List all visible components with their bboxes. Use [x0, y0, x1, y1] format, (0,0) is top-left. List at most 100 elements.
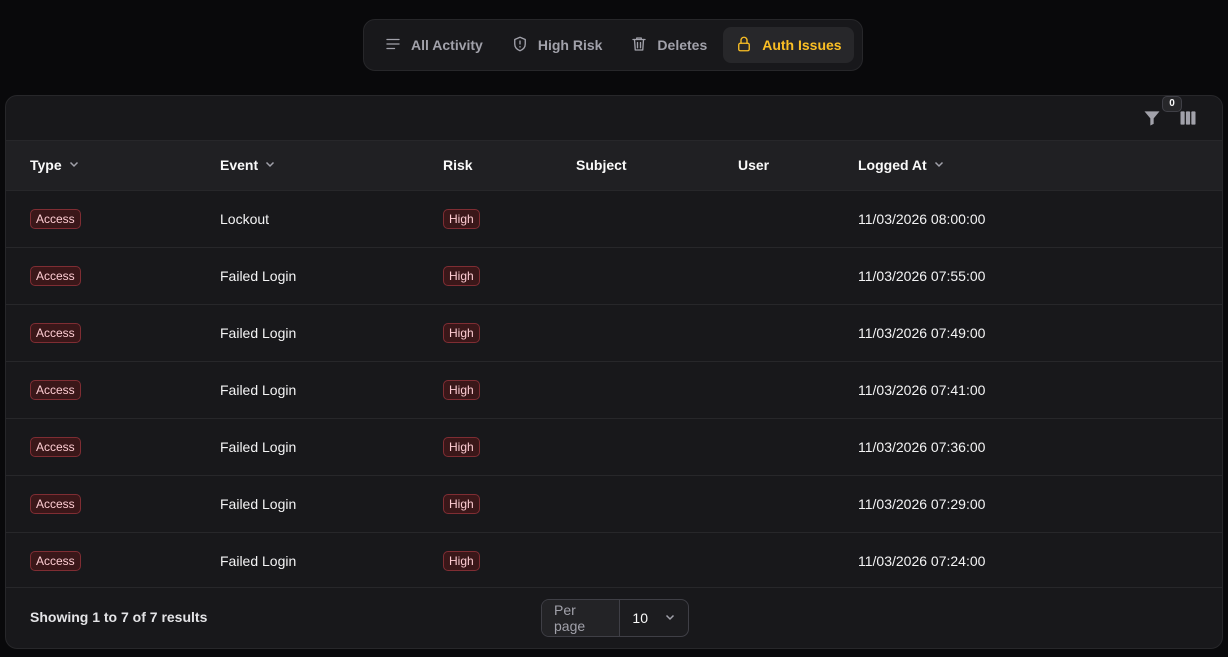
table-header-row: Type Event Risk Subject User Logged At — [6, 141, 1222, 190]
column-header-user: User — [738, 157, 770, 174]
cell-logged-at: 11/03/2026 07:36:00 — [858, 438, 986, 455]
activity-table: Type Event Risk Subject User Logged At A… — [6, 141, 1222, 589]
cell-logged-at: 11/03/2026 07:49:00 — [858, 324, 986, 341]
cell-user — [738, 304, 858, 361]
cell-logged-at: 11/03/2026 07:41:00 — [858, 381, 986, 398]
filter-icon — [1140, 111, 1164, 134]
type-badge: Access — [30, 436, 81, 457]
columns-icon — [1176, 111, 1200, 134]
risk-badge: High — [443, 550, 480, 571]
shield-alert-icon — [511, 35, 529, 56]
cell-user — [738, 418, 858, 475]
cell-subject — [576, 190, 738, 247]
cell-type: Access — [6, 361, 220, 418]
cell-type: Access — [6, 475, 220, 532]
cell-risk: High — [443, 418, 576, 475]
filter-button[interactable] — [1140, 106, 1164, 130]
cell-risk: High — [443, 475, 576, 532]
tab-high-risk[interactable]: High Risk — [499, 27, 615, 63]
type-badge: Access — [30, 208, 81, 229]
cell-event: Failed Login — [220, 267, 297, 284]
type-badge: Access — [30, 493, 81, 514]
tab-label: Auth Issues — [762, 37, 842, 53]
cell-subject — [576, 304, 738, 361]
per-page-value: 10 — [632, 610, 648, 626]
table-row[interactable]: Access Failed Login High 11/03/2026 07:2… — [6, 532, 1222, 589]
cell-type: Access — [6, 418, 220, 475]
lock-icon — [735, 35, 753, 56]
risk-badge: High — [443, 265, 480, 286]
cell-user — [738, 247, 858, 304]
tab-label: All Activity — [411, 37, 483, 53]
cell-risk: High — [443, 361, 576, 418]
type-badge: Access — [30, 265, 81, 286]
cell-event: Failed Login — [220, 324, 297, 341]
cell-risk: High — [443, 304, 576, 361]
cell-subject — [576, 361, 738, 418]
cell-logged-at: 11/03/2026 07:29:00 — [858, 495, 986, 512]
risk-badge: High — [443, 208, 480, 229]
table-footer: Showing 1 to 7 of 7 results Per page 10 — [6, 587, 1222, 648]
cell-event: Lockout — [220, 210, 270, 227]
cell-user — [738, 532, 858, 589]
cell-type: Access — [6, 532, 220, 589]
risk-badge: High — [443, 379, 480, 400]
risk-badge: High — [443, 493, 480, 514]
cell-subject — [576, 532, 738, 589]
activity-table-card: 0 Type Event Risk Subject User Logged At… — [5, 95, 1223, 649]
trash-icon — [630, 35, 648, 56]
column-header-risk: Risk — [443, 157, 473, 174]
column-header-logged-at[interactable]: Logged At — [858, 141, 1222, 190]
toggle-columns-button[interactable] — [1176, 106, 1200, 130]
cell-type: Access — [6, 190, 220, 247]
table-row[interactable]: Access Lockout High 11/03/2026 08:00:00 — [6, 190, 1222, 247]
cell-type: Access — [6, 247, 220, 304]
cell-user — [738, 190, 858, 247]
tab-label: Deletes — [657, 37, 708, 53]
tab-label: High Risk — [537, 37, 603, 53]
table-row[interactable]: Access Failed Login High 11/03/2026 07:4… — [6, 304, 1222, 361]
cell-event: Failed Login — [220, 438, 297, 455]
cell-risk: High — [443, 190, 576, 247]
cell-subject — [576, 247, 738, 304]
table-row[interactable]: Access Failed Login High 11/03/2026 07:5… — [6, 247, 1222, 304]
table-row[interactable]: Access Failed Login High 11/03/2026 07:3… — [6, 418, 1222, 475]
tab-deletes[interactable]: Deletes — [618, 27, 719, 63]
cell-risk: High — [443, 532, 576, 589]
chevron-down-icon — [68, 157, 80, 173]
table-row[interactable]: Access Failed Login High 11/03/2026 07:2… — [6, 475, 1222, 532]
per-page-control: Per page 10 — [541, 599, 689, 637]
risk-badge: High — [443, 322, 480, 343]
type-badge: Access — [30, 379, 81, 400]
column-header-subject: Subject — [576, 157, 627, 174]
results-summary: Showing 1 to 7 of 7 results — [30, 609, 208, 625]
cell-risk: High — [443, 247, 576, 304]
cell-user — [738, 475, 858, 532]
column-header-type[interactable]: Type — [6, 141, 220, 190]
cell-subject — [576, 418, 738, 475]
activity-filter-tabs: All Activity High Risk Deletes Auth Issu… — [363, 19, 863, 71]
type-badge: Access — [30, 550, 81, 571]
type-badge: Access — [30, 322, 81, 343]
cell-type: Access — [6, 304, 220, 361]
list-icon — [384, 35, 402, 56]
chevron-down-icon — [664, 610, 676, 626]
per-page-label: Per page — [542, 600, 621, 636]
risk-badge: High — [443, 436, 480, 457]
table-toolbar: 0 — [6, 96, 1222, 141]
cell-logged-at: 11/03/2026 07:55:00 — [858, 267, 986, 284]
tab-all-activity[interactable]: All Activity — [372, 27, 495, 63]
cell-logged-at: 11/03/2026 08:00:00 — [858, 210, 986, 227]
cell-subject — [576, 475, 738, 532]
chevron-down-icon — [264, 157, 276, 173]
cell-logged-at: 11/03/2026 07:24:00 — [858, 552, 986, 569]
per-page-select[interactable]: 10 — [620, 600, 688, 636]
tab-auth-issues[interactable]: Auth Issues — [723, 27, 854, 63]
table-row[interactable]: Access Failed Login High 11/03/2026 07:4… — [6, 361, 1222, 418]
cell-event: Failed Login — [220, 552, 297, 569]
cell-event: Failed Login — [220, 381, 297, 398]
column-header-event[interactable]: Event — [220, 141, 443, 190]
cell-event: Failed Login — [220, 495, 297, 512]
cell-user — [738, 361, 858, 418]
chevron-down-icon — [933, 157, 945, 173]
